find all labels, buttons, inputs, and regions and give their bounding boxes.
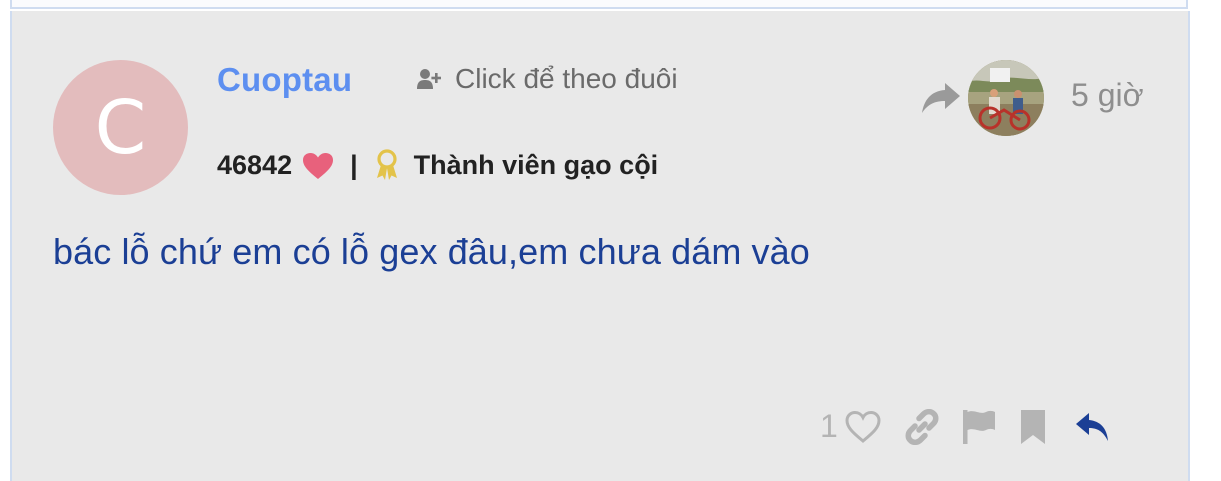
heart-icon: [303, 153, 334, 179]
recipient-avatar-photo[interactable]: [968, 60, 1044, 136]
follow-label: Click để theo đuôi: [455, 63, 678, 94]
photo-image: [968, 60, 1044, 136]
stats-separator: |: [350, 149, 358, 180]
previous-post-edge: [10, 0, 1188, 9]
post-actions: 1: [820, 408, 1112, 445]
link-icon[interactable]: [904, 408, 940, 445]
username-link[interactable]: Cuoptau: [217, 61, 352, 99]
like-count: 1: [820, 408, 838, 444]
points-count: 46842: [217, 149, 293, 180]
user-avatar[interactable]: C: [53, 60, 188, 195]
follow-button[interactable]: Click để theo đuôi: [417, 63, 678, 95]
user-stats: 46842 | Thành viên gạo cội: [217, 149, 658, 181]
bookmark-icon[interactable]: [1020, 409, 1046, 445]
flag-icon[interactable]: [962, 409, 996, 445]
add-user-icon: [417, 69, 441, 89]
award-badge-icon: [376, 149, 397, 180]
like-heart-outline-icon[interactable]: [844, 410, 882, 444]
post-content: bác lỗ chứ em có lỗ gex đâu,em chưa dám …: [53, 231, 810, 272]
reply-icon[interactable]: [1074, 411, 1112, 443]
post-time: 5 giờ: [1071, 77, 1144, 113]
share-arrow-icon[interactable]: [921, 81, 961, 115]
avatar-letter: C: [94, 84, 147, 171]
member-rank: Thành viên gạo cội: [413, 149, 659, 180]
comment-post: C Cuoptau Click để theo đuôi 46842 | Thà…: [10, 11, 1190, 481]
